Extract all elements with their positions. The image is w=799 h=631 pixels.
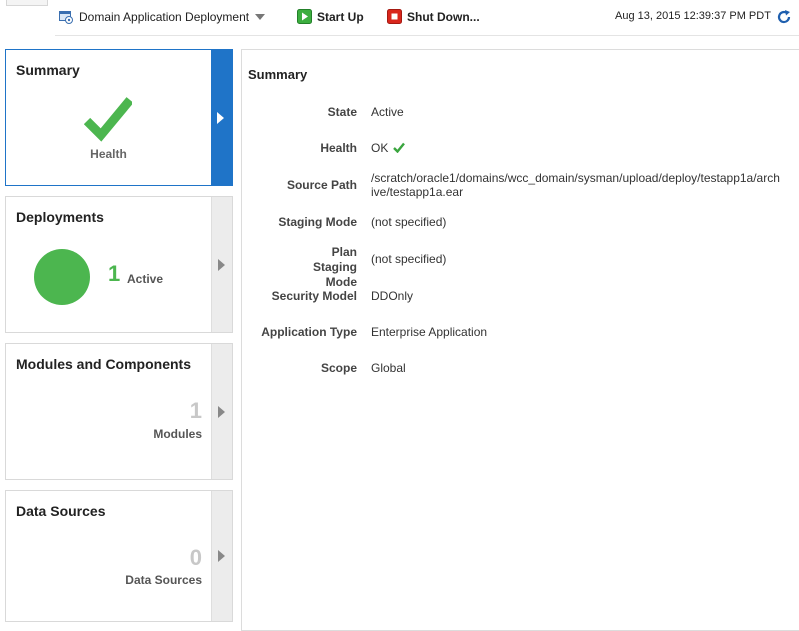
check-icon bbox=[83, 94, 134, 145]
toolbar: Domain Application Deployment Start Up S… bbox=[0, 0, 799, 36]
data-sources-tile-title: Data Sources bbox=[16, 503, 106, 519]
deployments-status-chart bbox=[34, 249, 90, 305]
chevron-right-icon bbox=[218, 258, 225, 271]
start-icon bbox=[297, 9, 312, 24]
toolbar-corner bbox=[6, 0, 48, 6]
modules-tile-expander[interactable] bbox=[211, 344, 232, 479]
summary-tile[interactable]: Summary Health bbox=[5, 49, 233, 186]
health-value: OK bbox=[371, 141, 389, 155]
data-sources-label: Data Sources bbox=[125, 573, 202, 587]
chevron-down-icon bbox=[255, 14, 266, 20]
chevron-right-icon bbox=[218, 550, 225, 562]
application-type-label: Application Type bbox=[261, 325, 357, 339]
health-row-label: Health bbox=[320, 141, 357, 155]
refresh-icon[interactable] bbox=[776, 9, 792, 28]
plan-staging-mode-value: (not specified) bbox=[371, 252, 447, 266]
summary-panel-title: Summary bbox=[248, 67, 308, 82]
summary-panel: Summary State Active Health OK Source Pa… bbox=[241, 49, 799, 631]
health-label: Health bbox=[90, 147, 127, 161]
shut-down-button[interactable]: Shut Down... bbox=[387, 9, 480, 24]
chevron-right-icon bbox=[217, 111, 224, 124]
menu-label: Domain Application Deployment bbox=[79, 10, 250, 24]
deployments-tile-expander[interactable] bbox=[211, 197, 232, 332]
summary-tile-title: Summary bbox=[16, 62, 80, 78]
scope-label: Scope bbox=[320, 361, 357, 375]
state-label: State bbox=[327, 105, 357, 119]
modules-count: 1 bbox=[189, 398, 202, 423]
security-model-label: Security Model bbox=[271, 289, 357, 303]
modules-label: Modules bbox=[153, 427, 202, 441]
staging-mode-label: Staging Mode bbox=[278, 215, 357, 229]
health-value-wrap: OK bbox=[371, 141, 791, 156]
deployments-active-label: Active bbox=[127, 272, 164, 286]
data-sources-tile-expander[interactable] bbox=[211, 491, 232, 621]
plan-staging-mode-label: Plan Staging Mode bbox=[313, 245, 357, 289]
deployments-tile-title: Deployments bbox=[16, 209, 104, 225]
start-up-button[interactable]: Start Up bbox=[297, 9, 364, 24]
security-model-value: DDOnly bbox=[371, 289, 414, 303]
staging-mode-value: (not specified) bbox=[371, 215, 447, 229]
scope-value: Global bbox=[371, 361, 406, 375]
application-icon bbox=[58, 9, 74, 25]
timestamp: Aug 13, 2015 12:39:37 PM PDT bbox=[615, 10, 771, 22]
stop-icon bbox=[387, 9, 402, 24]
source-path-label: Source Path bbox=[286, 178, 357, 192]
modules-tile-title: Modules and Components bbox=[16, 356, 191, 372]
start-up-label: Start Up bbox=[317, 9, 364, 24]
data-sources-tile[interactable]: Data Sources 0 Data Sources bbox=[5, 490, 233, 622]
summary-tile-expander[interactable] bbox=[211, 50, 232, 185]
application-type-value: Enterprise Application bbox=[371, 325, 488, 339]
toolbar-divider bbox=[55, 35, 799, 36]
data-sources-count: 0 bbox=[189, 545, 202, 570]
domain-application-deployment-menu[interactable]: Domain Application Deployment bbox=[58, 9, 266, 25]
check-icon bbox=[393, 142, 406, 156]
deployments-tile[interactable]: Deployments 1 Active bbox=[5, 196, 233, 333]
state-value: Active bbox=[371, 105, 404, 119]
deployments-active-count: 1 bbox=[108, 261, 121, 286]
chevron-right-icon bbox=[218, 405, 225, 418]
modules-tile[interactable]: Modules and Components 1 Modules bbox=[5, 343, 233, 480]
source-path-value: /scratch/oracle1/domains/wcc_domain/sysm… bbox=[371, 171, 780, 199]
shut-down-label: Shut Down... bbox=[407, 9, 480, 24]
